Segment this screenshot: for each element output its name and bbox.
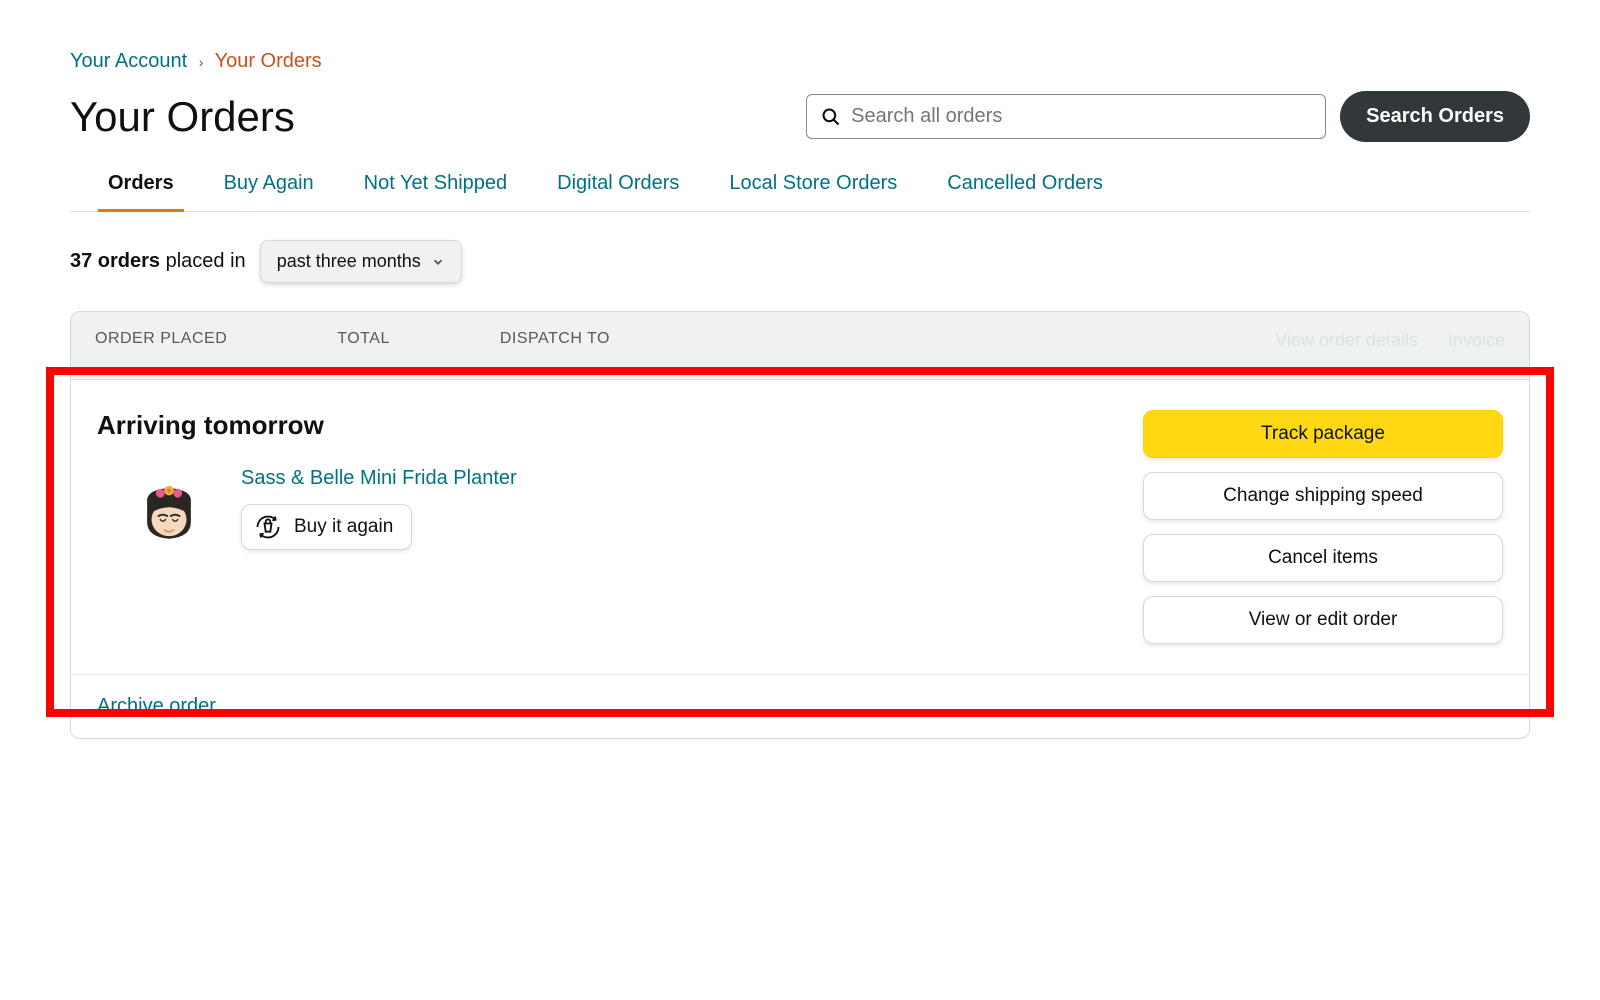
order-card-header: ORDER PLACED TOTAL DISPATCH TO View orde… xyxy=(71,312,1529,380)
breadcrumb-orders-link[interactable]: Your Orders xyxy=(215,50,322,72)
search-orders-button[interactable]: Search Orders xyxy=(1340,91,1530,142)
period-selected: past three months xyxy=(277,251,421,272)
search-box[interactable] xyxy=(806,94,1326,139)
view-order-details-link[interactable]: View order details xyxy=(1275,330,1418,351)
arrival-status: Arriving tomorrow xyxy=(97,410,1143,441)
change-shipping-speed-button[interactable]: Change shipping speed xyxy=(1143,472,1503,520)
tab-buy-again[interactable]: Buy Again xyxy=(224,172,314,211)
invoice-link[interactable]: Invoice xyxy=(1448,330,1505,351)
product-image[interactable] xyxy=(127,467,211,551)
page-title: Your Orders xyxy=(70,93,295,141)
search-icon xyxy=(821,107,841,127)
order-card: ORDER PLACED TOTAL DISPATCH TO View orde… xyxy=(70,311,1530,739)
cancel-items-button[interactable]: Cancel items xyxy=(1143,534,1503,582)
view-or-edit-order-button[interactable]: View or edit order xyxy=(1143,596,1503,644)
dispatch-to-label: DISPATCH TO xyxy=(500,330,610,348)
tab-orders[interactable]: Orders xyxy=(108,172,174,211)
tabs: Orders Buy Again Not Yet Shipped Digital… xyxy=(70,172,1530,212)
order-actions: Track package Change shipping speed Canc… xyxy=(1143,410,1503,644)
buy-again-icon xyxy=(254,513,282,541)
breadcrumb-separator: › xyxy=(199,54,204,70)
track-package-button[interactable]: Track package xyxy=(1143,410,1503,458)
tab-digital-orders[interactable]: Digital Orders xyxy=(557,172,679,211)
tab-not-yet-shipped[interactable]: Not Yet Shipped xyxy=(364,172,507,211)
search-input[interactable] xyxy=(851,105,1311,128)
tab-local-store-orders[interactable]: Local Store Orders xyxy=(729,172,897,211)
breadcrumb: Your Account › Your Orders xyxy=(70,50,1530,73)
product-title-link[interactable]: Sass & Belle Mini Frida Planter xyxy=(241,467,517,490)
buy-again-label: Buy it again xyxy=(294,516,393,538)
order-placed-label: ORDER PLACED xyxy=(95,330,227,348)
tab-cancelled-orders[interactable]: Cancelled Orders xyxy=(947,172,1103,211)
order-item-row: Sass & Belle Mini Frida Planter Buy it a… xyxy=(127,467,1143,551)
chevron-down-icon xyxy=(431,255,445,269)
buy-it-again-button[interactable]: Buy it again xyxy=(241,504,412,550)
total-label: TOTAL xyxy=(337,330,390,348)
archive-order-link[interactable]: Archive order xyxy=(97,695,216,717)
order-count: 37 orders xyxy=(70,250,160,272)
placed-in-text: placed in xyxy=(160,250,246,272)
filter-row: 37 orders placed in past three months xyxy=(70,240,1530,283)
breadcrumb-account-link[interactable]: Your Account xyxy=(70,50,187,72)
period-dropdown[interactable]: past three months xyxy=(260,240,462,283)
